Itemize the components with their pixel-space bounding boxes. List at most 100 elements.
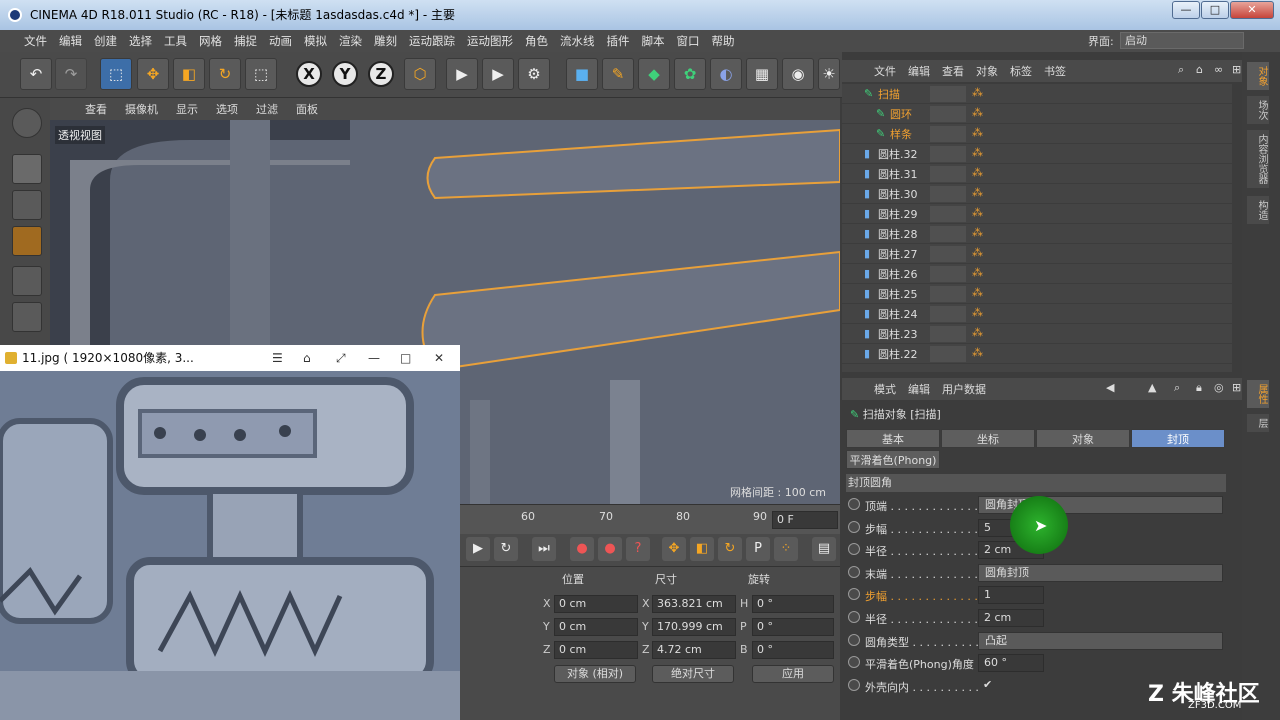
x-axis-lock-button[interactable]: X (296, 61, 322, 87)
side-tab-content-browser[interactable]: 内容浏览器 (1247, 130, 1269, 188)
attribute-dropdown[interactable]: 圆角封顶 (978, 563, 1223, 582)
phong-tag-icon[interactable]: ⁂ (972, 146, 983, 159)
search-icon[interactable]: ⌕ (1172, 63, 1190, 77)
image-viewer-maximize-icon[interactable]: □ (400, 345, 411, 371)
menu-sculpt[interactable]: 雕刻 (368, 33, 403, 49)
viewport-menu-panel[interactable]: 面板 (287, 101, 327, 117)
menu-select[interactable]: 选择 (123, 33, 158, 49)
attribute-number-field[interactable]: 1 (978, 586, 1044, 605)
animate-dot-icon[interactable] (848, 633, 860, 646)
object-row[interactable]: ▮ 圆柱.23 ⁂ (842, 324, 1232, 344)
tab-phong[interactable]: 平滑着色(Phong) (846, 450, 940, 469)
attribute-dropdown[interactable]: 凸起 (978, 631, 1223, 650)
rotate-tool-icon[interactable]: ↻ (209, 58, 241, 90)
size-x-field[interactable]: 363.821 cm (652, 595, 736, 613)
coordinate-system-icon[interactable]: ⬡ (404, 58, 436, 90)
object-row[interactable]: ✎ 圆环 ⁂ (842, 104, 1232, 124)
object-row[interactable]: ✎ 扫描 ⁂ (842, 84, 1232, 104)
object-row[interactable]: ▮ 圆柱.29 ⁂ (842, 204, 1232, 224)
tab-object[interactable]: 对象 (1036, 429, 1130, 448)
lock-icon[interactable]: 🔒︎ (1190, 381, 1208, 395)
phong-tag-icon[interactable]: ⁂ (972, 166, 983, 179)
menu-file[interactable]: 文件 (18, 33, 53, 49)
live-select-icon[interactable]: ⬚ (100, 58, 132, 90)
object-row[interactable]: ▮ 圆柱.31 ⁂ (842, 164, 1232, 184)
render-settings-icon[interactable]: ⚙ (518, 58, 550, 90)
viewport-menu-options[interactable]: 选项 (207, 101, 247, 117)
side-tab-layers[interactable]: 层 (1247, 414, 1269, 432)
render-picture-viewer-icon[interactable]: ▶ (482, 58, 514, 90)
cube-object-icon[interactable]: ■ (566, 58, 598, 90)
om-menu-file[interactable]: 文件 (868, 63, 902, 79)
go-to-end-icon[interactable]: ⏭ (532, 537, 556, 561)
size-z-field[interactable]: 4.72 cm (652, 641, 736, 659)
phong-tag-icon[interactable]: ⁂ (972, 126, 983, 139)
timeline[interactable]: 60 70 80 90 0 F (460, 504, 840, 534)
animate-dot-icon[interactable] (848, 678, 860, 691)
phong-tag-icon[interactable]: ⁂ (972, 186, 983, 199)
side-tab-objects[interactable]: 对象 (1247, 62, 1269, 90)
animate-dot-icon[interactable] (848, 565, 860, 578)
menu-help[interactable]: 帮助 (706, 33, 741, 49)
side-tab-structure[interactable]: 构造 (1247, 196, 1269, 224)
timeline-window-icon[interactable]: ▤ (812, 537, 836, 561)
menu-mograph[interactable]: 运动图形 (461, 33, 519, 49)
visibility-toggle-icon[interactable] (930, 245, 966, 262)
image-viewer-minimize-icon[interactable]: — (368, 345, 380, 371)
fullscreen-icon[interactable]: ⤢ (336, 345, 346, 371)
position-y-field[interactable]: 0 cm (554, 618, 638, 636)
redo-button[interactable]: ↷ (55, 58, 87, 90)
visibility-toggle-icon[interactable] (930, 105, 966, 122)
phong-tag-icon[interactable]: ⁂ (972, 106, 983, 119)
recent-tools-icon[interactable]: ⬚ (245, 58, 277, 90)
attribute-checkbox[interactable]: ✔ (978, 677, 996, 695)
phong-tag-icon[interactable]: ⁂ (972, 206, 983, 219)
undo-button[interactable]: ↶ (20, 58, 52, 90)
phong-tag-icon[interactable]: ⁂ (972, 226, 983, 239)
workplane-mode-icon[interactable] (12, 226, 42, 256)
visibility-toggle-icon[interactable] (930, 325, 966, 342)
visibility-toggle-icon[interactable] (930, 145, 966, 162)
viewport-menu-camera[interactable]: 摄像机 (116, 101, 167, 117)
menu-edit[interactable]: 编辑 (53, 33, 88, 49)
model-mode-icon[interactable] (12, 154, 42, 184)
object-row[interactable]: ▮ 圆柱.32 ⁂ (842, 144, 1232, 164)
apply-button[interactable]: 应用 (752, 665, 834, 683)
record-keyframe-icon[interactable]: ● (570, 537, 594, 561)
viewport-menu-filter[interactable]: 过滤 (247, 101, 287, 117)
menu-render[interactable]: 渲染 (333, 33, 368, 49)
menu-create[interactable]: 创建 (88, 33, 123, 49)
rotation-h-field[interactable]: 0 ° (752, 595, 834, 613)
menu-snap[interactable]: 捕捉 (228, 33, 263, 49)
key-selection-icon[interactable]: ? (626, 537, 650, 561)
back-arrow-icon[interactable]: ◀ (1100, 381, 1120, 394)
menu-animate[interactable]: 动画 (263, 33, 298, 49)
subdivision-surface-icon[interactable]: ◆ (638, 58, 670, 90)
menu-plugins[interactable]: 插件 (601, 33, 636, 49)
menu-motion-tracking[interactable]: 运动跟踪 (403, 33, 461, 49)
menu-character[interactable]: 角色 (519, 33, 554, 49)
tab-coordinates[interactable]: 坐标 (941, 429, 1035, 448)
phong-tag-icon[interactable]: ⁂ (972, 86, 983, 99)
size-mode-select[interactable]: 绝对尺寸 (652, 665, 734, 683)
texture-mode-icon[interactable] (12, 190, 42, 220)
up-arrow-icon[interactable]: ▲ (1142, 381, 1162, 394)
phong-tag-icon[interactable]: ⁂ (972, 346, 983, 359)
rotation-b-field[interactable]: 0 ° (752, 641, 834, 659)
camera-icon[interactable]: ◉ (782, 58, 814, 90)
visibility-toggle-icon[interactable] (930, 165, 966, 182)
phong-tag-icon[interactable]: ⁂ (972, 266, 983, 279)
om-menu-objects[interactable]: 对象 (970, 63, 1004, 79)
viewport-menu-display[interactable]: 显示 (167, 101, 207, 117)
visibility-toggle-icon[interactable] (930, 345, 966, 362)
menu-icon[interactable]: ☰ (272, 345, 283, 371)
position-x-field[interactable]: 0 cm (554, 595, 638, 613)
cloner-icon[interactable]: ✿ (674, 58, 706, 90)
visibility-toggle-icon[interactable] (930, 305, 966, 322)
animate-dot-icon[interactable] (848, 611, 860, 623)
phong-tag-icon[interactable]: ⁂ (972, 246, 983, 259)
menu-mesh[interactable]: 网格 (193, 33, 228, 49)
make-editable-icon[interactable] (12, 108, 42, 138)
object-row[interactable]: ▮ 圆柱.26 ⁂ (842, 264, 1232, 284)
visibility-toggle-icon[interactable] (930, 85, 966, 102)
